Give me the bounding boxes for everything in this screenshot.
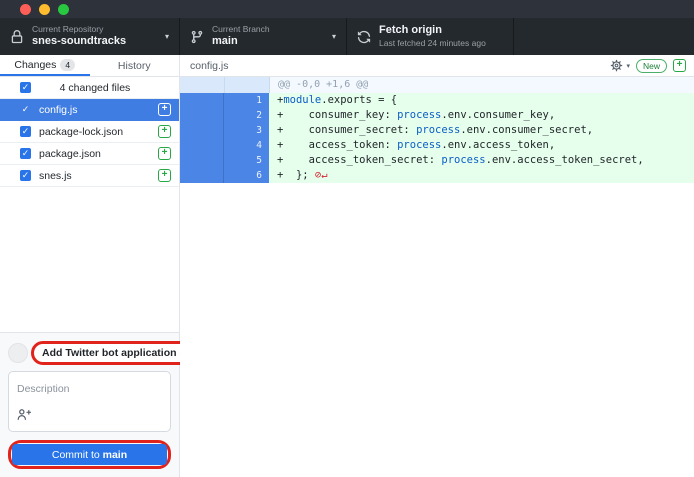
tab-changes-label: Changes xyxy=(14,59,56,71)
repository-label: Current Repository xyxy=(32,24,126,35)
file-row-package-lock-json[interactable]: ✓ package-lock.json + xyxy=(0,121,179,143)
zoom-window-button[interactable] xyxy=(58,4,69,15)
chevron-down-icon: ▾ xyxy=(626,62,630,70)
file-added-icon: + xyxy=(158,147,171,160)
tab-changes[interactable]: Changes 4 xyxy=(0,55,90,76)
github-desktop-window: Current Repository snes-soundtracks ▾ Cu… xyxy=(0,0,694,477)
changed-file-list: ✓ config.js + ✓ package-lock.json + ✓ pa… xyxy=(0,99,179,187)
branch-label: Current Branch xyxy=(212,24,270,35)
file-row-package-json[interactable]: ✓ package.json + xyxy=(0,143,179,165)
diff-line[interactable]: 5+ access_token_secret: process.env.acce… xyxy=(180,153,694,168)
diff-line[interactable]: 3+ consumer_secret: process.env.consumer… xyxy=(180,123,694,138)
diff-file-name: config.js xyxy=(190,60,229,72)
current-branch-dropdown[interactable]: Current Branch main ▾ xyxy=(180,18,347,55)
last-fetched-text: Last fetched 24 minutes ago xyxy=(379,38,486,49)
chevron-down-icon: ▾ xyxy=(332,32,336,41)
file-added-icon: + xyxy=(158,169,171,182)
diff-line-gutter-old[interactable] xyxy=(180,93,224,108)
hunk-header-text: @@ -0,0 +1,6 @@ xyxy=(270,77,694,93)
diff-options-button[interactable]: ▾ xyxy=(610,59,630,72)
diff-line-gutter-old[interactable] xyxy=(180,168,224,183)
diff-line-gutter-old[interactable] xyxy=(180,123,224,138)
diff-line[interactable]: 1+module.exports = { xyxy=(180,93,694,108)
diff-line-content: + access_token_secret: process.env.acces… xyxy=(269,153,694,168)
diff-line-content: + consumer_key: process.env.consumer_key… xyxy=(269,108,694,123)
diff-line[interactable]: 6+ }; ⊘↵ xyxy=(180,168,694,183)
file-row-snes-js[interactable]: ✓ snes.js + xyxy=(0,165,179,187)
diff-line-content: + access_token: process.env.access_token… xyxy=(269,138,694,153)
diff-lines: 1+module.exports = {2+ consumer_key: pro… xyxy=(180,93,694,183)
changes-count-badge: 4 xyxy=(60,59,75,71)
commit-description-textarea[interactable]: Description xyxy=(8,371,171,432)
file-name: package.json xyxy=(39,148,150,160)
changed-files-count: 4 changed files xyxy=(31,82,159,94)
chevron-down-icon: ▾ xyxy=(165,32,169,41)
current-repository-dropdown[interactable]: Current Repository snes-soundtracks ▾ xyxy=(0,18,180,55)
expand-diff-button[interactable]: + xyxy=(673,59,686,72)
file-name: config.js xyxy=(39,104,150,116)
avatar xyxy=(8,343,28,363)
diff-pane: config.js ▾ New + xyxy=(180,55,694,477)
description-placeholder: Description xyxy=(17,383,70,395)
close-window-button[interactable] xyxy=(20,4,31,15)
diff-line-number[interactable]: 1 xyxy=(224,93,269,108)
diff-line-number[interactable]: 5 xyxy=(224,153,269,168)
changes-sidebar: Changes 4 History ✓ 4 changed files ✓ co… xyxy=(0,55,180,477)
git-branch-icon xyxy=(190,30,204,44)
repository-name: snes-soundtracks xyxy=(32,35,126,49)
sync-icon xyxy=(357,30,371,44)
diff-line-gutter-old[interactable] xyxy=(180,138,224,153)
sidebar-empty-space xyxy=(0,187,179,332)
commit-form: Add Twitter bot application code Descrip… xyxy=(0,332,179,477)
toolbar: Current Repository snes-soundtracks ▾ Cu… xyxy=(0,18,694,55)
fetch-origin-button[interactable]: Fetch origin Last fetched 24 minutes ago xyxy=(347,18,514,55)
include-all-checkbox[interactable]: ✓ xyxy=(20,82,31,93)
file-checkbox[interactable]: ✓ xyxy=(20,126,31,137)
changed-files-header: ✓ 4 changed files xyxy=(0,77,179,99)
minimize-window-button[interactable] xyxy=(39,4,50,15)
file-name: package-lock.json xyxy=(39,126,150,138)
new-file-badge: New xyxy=(636,59,667,73)
red-annotation-commit-button: Commit to main xyxy=(8,440,171,469)
diff-line-number[interactable]: 3 xyxy=(224,123,269,138)
add-coauthor-icon[interactable] xyxy=(17,408,31,426)
file-checkbox[interactable]: ✓ xyxy=(20,170,31,181)
diff-line-content: + }; ⊘↵ xyxy=(269,168,694,183)
diff-header: config.js ▾ New + xyxy=(180,55,694,77)
commit-button-prefix: Commit to xyxy=(52,449,103,461)
file-checkbox[interactable]: ✓ xyxy=(20,104,31,115)
hunk-gutter xyxy=(180,77,225,93)
hunk-header-row: @@ -0,0 +1,6 @@ xyxy=(180,77,694,93)
lock-icon xyxy=(10,30,24,44)
gear-icon xyxy=(610,59,623,72)
diff-line-content: +module.exports = { xyxy=(269,93,694,108)
titlebar xyxy=(0,0,694,18)
fetch-origin-label: Fetch origin xyxy=(379,24,486,38)
file-added-icon: + xyxy=(158,125,171,138)
tab-history[interactable]: History xyxy=(90,55,180,76)
diff-line-number[interactable]: 6 xyxy=(224,168,269,183)
commit-button-branch: main xyxy=(103,449,128,461)
file-added-icon: + xyxy=(158,103,171,116)
file-checkbox[interactable]: ✓ xyxy=(20,148,31,159)
diff-line-gutter-old[interactable] xyxy=(180,153,224,168)
diff-line-gutter-old[interactable] xyxy=(180,108,224,123)
diff-line-content: + consumer_secret: process.env.consumer_… xyxy=(269,123,694,138)
file-row-config-js[interactable]: ✓ config.js + xyxy=(0,99,179,121)
diff-empty-area xyxy=(180,183,694,477)
branch-name: main xyxy=(212,35,270,49)
diff-line[interactable]: 4+ access_token: process.env.access_toke… xyxy=(180,138,694,153)
diff-line-number[interactable]: 4 xyxy=(224,138,269,153)
hunk-gutter xyxy=(225,77,270,93)
diff-line-number[interactable]: 2 xyxy=(224,108,269,123)
diff-line[interactable]: 2+ consumer_key: process.env.consumer_ke… xyxy=(180,108,694,123)
sidebar-tabs: Changes 4 History xyxy=(0,55,179,77)
file-name: snes.js xyxy=(39,170,150,182)
tab-history-label: History xyxy=(118,60,151,72)
commit-to-main-button[interactable]: Commit to main xyxy=(12,444,167,465)
